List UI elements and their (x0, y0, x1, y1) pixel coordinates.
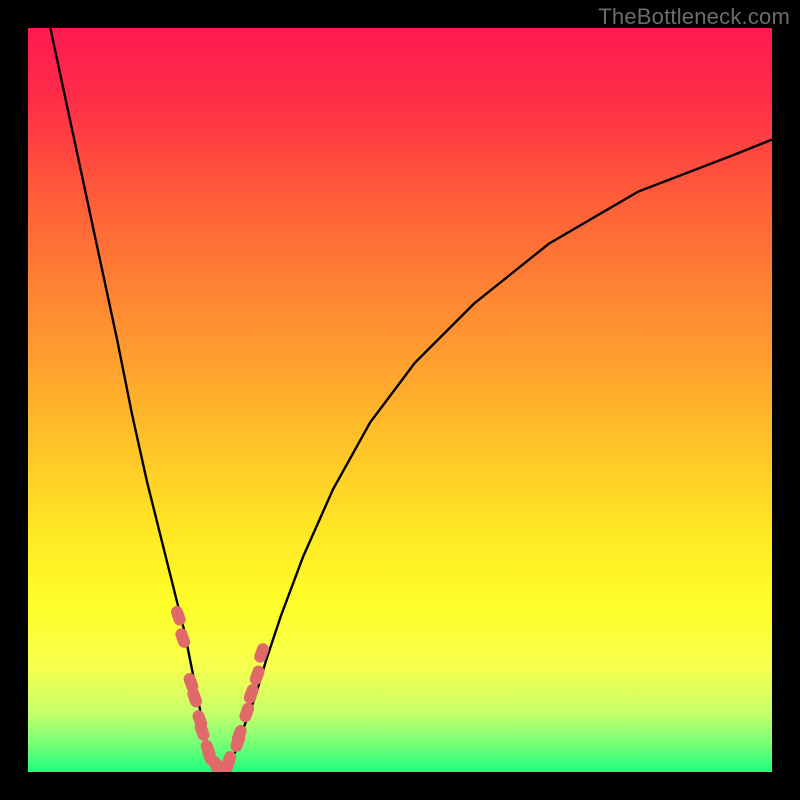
markers-left (169, 604, 225, 772)
data-marker (219, 760, 231, 772)
data-marker (174, 627, 192, 650)
data-marker (253, 642, 271, 665)
chart-frame: TheBottleneck.com (0, 0, 800, 800)
curve-left-branch (50, 28, 221, 772)
data-marker (169, 604, 187, 627)
plot-area (28, 28, 772, 772)
markers-bottom (212, 760, 231, 772)
chart-svg (28, 28, 772, 772)
curve-right-branch (221, 140, 772, 772)
watermark-text: TheBottleneck.com (598, 4, 790, 30)
markers-right (218, 642, 270, 772)
